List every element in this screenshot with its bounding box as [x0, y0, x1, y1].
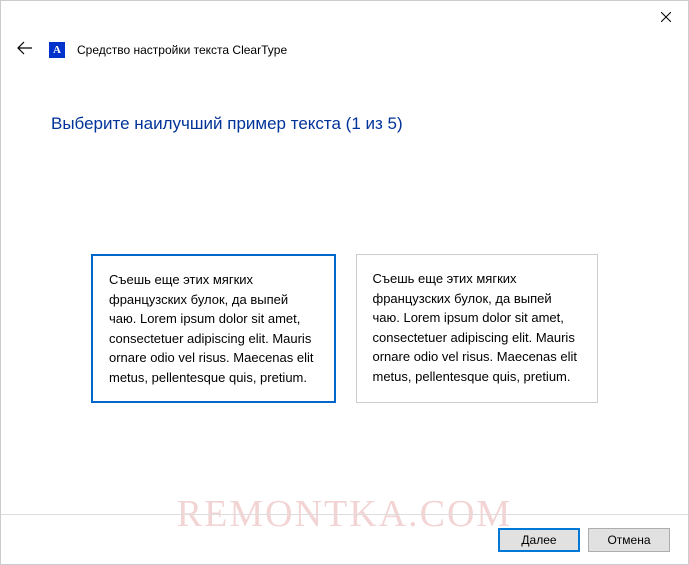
footer: Далее Отмена — [1, 514, 688, 564]
next-button[interactable]: Далее — [498, 528, 580, 552]
back-arrow-icon — [17, 41, 33, 55]
text-sample-1[interactable]: Съешь еще этих мягких французских булок,… — [91, 254, 336, 403]
back-button[interactable] — [13, 37, 37, 62]
app-icon: A — [49, 42, 65, 58]
header: A Средство настройки текста ClearType — [1, 33, 688, 74]
titlebar — [1, 1, 688, 33]
text-samples-container: Съешь еще этих мягких французских булок,… — [51, 254, 638, 403]
close-button[interactable] — [643, 1, 688, 33]
close-icon — [661, 12, 671, 22]
text-sample-2[interactable]: Съешь еще этих мягких французских булок,… — [356, 254, 599, 403]
cancel-button[interactable]: Отмена — [588, 528, 670, 552]
page-heading: Выберите наилучший пример текста (1 из 5… — [51, 114, 638, 134]
window-title: Средство настройки текста ClearType — [77, 43, 287, 57]
content-area: Выберите наилучший пример текста (1 из 5… — [1, 74, 688, 403]
